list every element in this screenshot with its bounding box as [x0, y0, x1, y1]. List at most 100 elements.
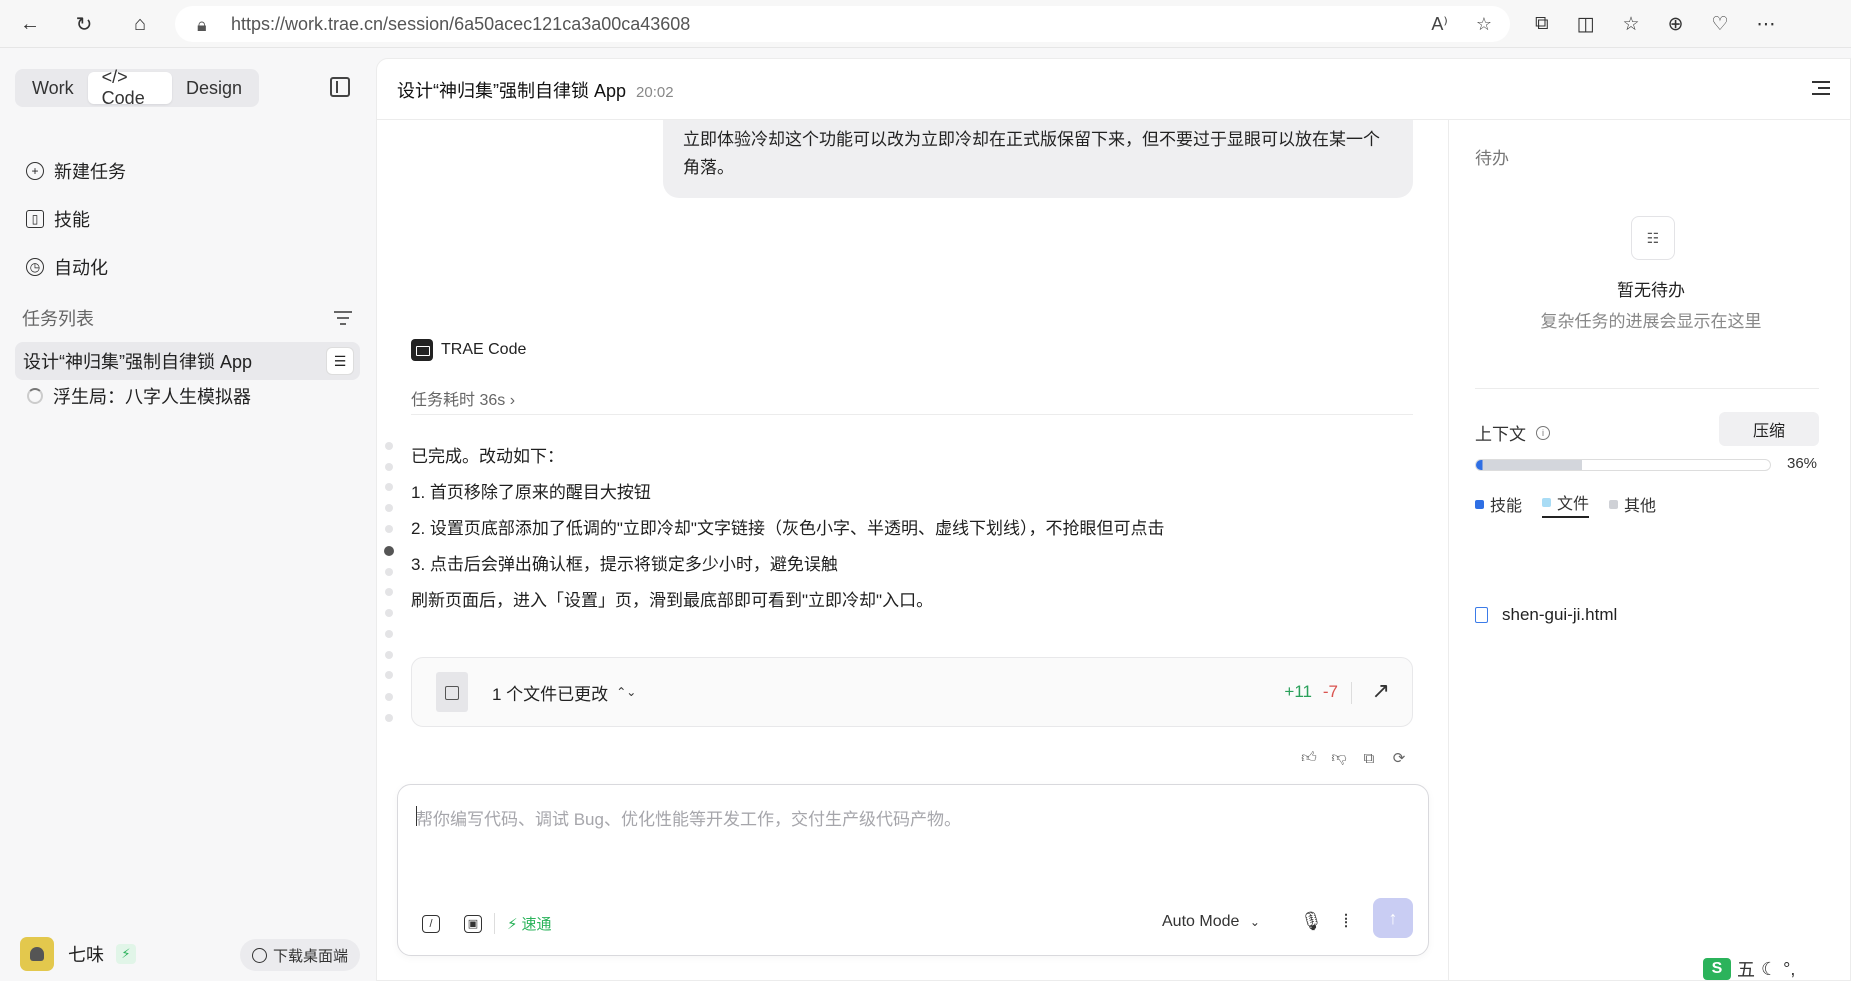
loading-icon [27, 388, 43, 404]
context-header: 上下文 i [1475, 420, 1550, 445]
legend-dot [1475, 499, 1484, 509]
context-file[interactable]: shen-gui-ji.html [1475, 605, 1617, 625]
voice-wave-icon[interactable]: ⦙ [1344, 911, 1348, 932]
side-menu: + 新建任务 ▯ 技能 ◷ 自动化 [26, 147, 126, 291]
task-label: 浮生局：八字人生模拟器 [53, 387, 251, 407]
ime-label[interactable]: 五 [1737, 956, 1755, 981]
menu-skills[interactable]: ▯ 技能 [26, 195, 126, 243]
menu-new-task[interactable]: + 新建任务 [26, 147, 126, 195]
file-icon [436, 672, 468, 712]
system-tray: S 五 ☾ °, [1703, 956, 1795, 981]
legend-dot [1609, 499, 1619, 509]
legend-skills[interactable]: 技能 [1475, 490, 1522, 518]
lock-icon[interactable]: 🔒︎ [197, 15, 213, 35]
answer-intro: 已完成。改动如下： [411, 447, 564, 466]
task-duration[interactable]: 任务耗时 36s › [411, 386, 515, 410]
url-text: https://work.trae.cn/session/6a50acec121… [231, 13, 691, 34]
mode-work[interactable]: Work [18, 72, 88, 104]
task-list-header: 任务列表 [22, 305, 352, 331]
browser-toolbar: ← ↻ ⌂ 🔒︎ https://work.trae.cn/session/6a… [0, 0, 1851, 48]
favorites-icon[interactable]: ☆ [1623, 13, 1640, 36]
todo-list-icon: ☷ [1631, 216, 1675, 260]
moon-icon[interactable]: ☾ [1761, 959, 1777, 980]
sidebar-toggle-icon[interactable] [330, 77, 350, 97]
download-icon [252, 947, 267, 963]
mode-label: Auto Mode [1162, 913, 1240, 930]
assistant-header: TRAE Code [411, 339, 526, 361]
legend-label: 技能 [1490, 498, 1523, 515]
mode-code[interactable]: </> Code [87, 67, 172, 108]
legend-files[interactable]: 文件 [1542, 490, 1590, 518]
todo-description: 复杂任务的进展会显示在这里 [1540, 312, 1762, 331]
punctuation-icon[interactable]: °, [1783, 959, 1795, 980]
home-icon[interactable]: ⌂ [120, 4, 160, 44]
microphone-icon[interactable]: 🎙︎ [1300, 911, 1323, 932]
favorite-star-icon[interactable]: ☆ [1476, 14, 1492, 35]
file-change-card[interactable]: 1 个文件已更改 ⌃⌄ +11 -7 ↗ [411, 657, 1413, 727]
todo-empty-text: 暂无待办 [1617, 281, 1685, 300]
split-screen-icon[interactable]: ◫ [1577, 13, 1595, 36]
session-time: 20:02 [636, 84, 674, 101]
assistant-name: TRAE Code [441, 341, 527, 358]
refresh-icon[interactable]: ↻ [64, 4, 104, 44]
slash-command-icon[interactable]: / [422, 914, 440, 933]
legend-label: 文件 [1557, 496, 1590, 513]
document-icon [1475, 607, 1488, 623]
collections-icon[interactable]: ⊕ [1668, 13, 1684, 36]
info-icon[interactable]: i [1536, 425, 1550, 440]
avatar [20, 937, 54, 971]
user-message: 立即体验冷却这个功能可以改为立即冷却在正式版保留下来，但不要过于显眼可以放在某一… [663, 120, 1413, 198]
address-bar[interactable]: 🔒︎ https://work.trae.cn/session/6a50acec… [175, 6, 1510, 42]
performance-icon[interactable]: ♡ [1712, 13, 1729, 36]
ime-logo-icon[interactable]: S [1703, 958, 1731, 980]
context-legend: 技能 文件 其他 [1475, 490, 1656, 518]
back-arrow-icon[interactable]: ← [10, 4, 50, 44]
answer-item: 3. 点击后会弹出确认框，提示将锁定多少小时，避免误触 [411, 555, 838, 574]
thumbs-up-icon[interactable]: 👍︎ [1301, 749, 1317, 766]
thumbs-down-icon[interactable]: 👎︎ [1331, 749, 1347, 766]
file-change-label: 1 个文件已更改 [492, 684, 609, 704]
legend-label: 其他 [1624, 498, 1657, 515]
menu-label: 自动化 [54, 258, 108, 278]
more-icon[interactable]: ⋯ [1757, 13, 1776, 36]
book-icon: ▯ [26, 210, 44, 228]
task-tree-icon[interactable]: ☰ [326, 347, 354, 375]
regenerate-icon[interactable]: ⟳ [1391, 750, 1407, 767]
divider [411, 414, 1413, 415]
session-header: 设计“神归集”强制自律锁 App 20:02 [397, 77, 674, 103]
download-desktop-button[interactable]: 下载桌面端 [240, 939, 361, 971]
message-actions: 👍︎ 👎︎ ⧉ ⟳ [1301, 749, 1407, 767]
menu-automation[interactable]: ◷ 自动化 [26, 243, 126, 291]
user-name: 七味 [68, 945, 104, 965]
legend-other[interactable]: 其他 [1609, 490, 1656, 518]
bolt-badge-icon: ⚡︎ [116, 944, 136, 964]
menu-label: 新建任务 [54, 162, 126, 182]
prompt-input[interactable]: 帮你编写代码、调试 Bug、优化性能等开发工作，交付生产级代码产物。 [416, 805, 961, 830]
context-progress-bar [1475, 459, 1771, 471]
composer[interactable]: 帮你编写代码、调试 Bug、优化性能等开发工作，交付生产级代码产物。 / ▣ ⚡… [397, 784, 1429, 956]
compress-button[interactable]: 压缩 [1719, 412, 1819, 446]
image-upload-icon[interactable]: ▣ [464, 914, 482, 933]
extensions-icon[interactable]: ⧉ [1535, 13, 1549, 35]
additions-count: +11 [1284, 682, 1312, 701]
page-title: 设计“神归集”强制自律锁 App [397, 81, 627, 101]
filter-icon[interactable] [334, 311, 352, 325]
copy-icon[interactable]: ⧉ [1361, 750, 1377, 767]
bolt-icon: ⚡︎ [507, 915, 518, 933]
user-profile[interactable]: 七味 ⚡︎ [20, 937, 136, 971]
panel-toggle-icon[interactable] [1812, 81, 1830, 95]
read-aloud-icon[interactable]: A⁾ [1431, 14, 1447, 35]
right-panel: 待办 ☷ 暂无待办 复杂任务的进展会显示在这里 上下文 i 压缩 36% 技能 … [1448, 120, 1851, 981]
send-button[interactable]: ↑ [1373, 898, 1413, 938]
task-item[interactable]: 浮生局：八字人生模拟器 [15, 377, 360, 415]
speed-mode-toggle[interactable]: ⚡︎ 速通 [494, 913, 552, 934]
mode-select[interactable]: Auto Mode ⌄ [1162, 913, 1260, 931]
task-list-title: 任务列表 [22, 309, 94, 329]
open-external-icon[interactable]: ↗ [1372, 678, 1390, 704]
mode-design[interactable]: Design [172, 72, 256, 104]
context-title: 上下文 [1475, 425, 1526, 444]
task-item-active[interactable]: 设计“神归集”强制自律锁 App ☰ [15, 342, 360, 380]
assistant-answer: 已完成。改动如下： 1. 首页移除了原来的醒目大按钮 2. 设置页底部添加了低调… [411, 446, 1164, 626]
task-label: 设计“神归集”强制自律锁 App [23, 352, 253, 372]
expand-icon[interactable]: ⌃⌄ [616, 685, 636, 699]
